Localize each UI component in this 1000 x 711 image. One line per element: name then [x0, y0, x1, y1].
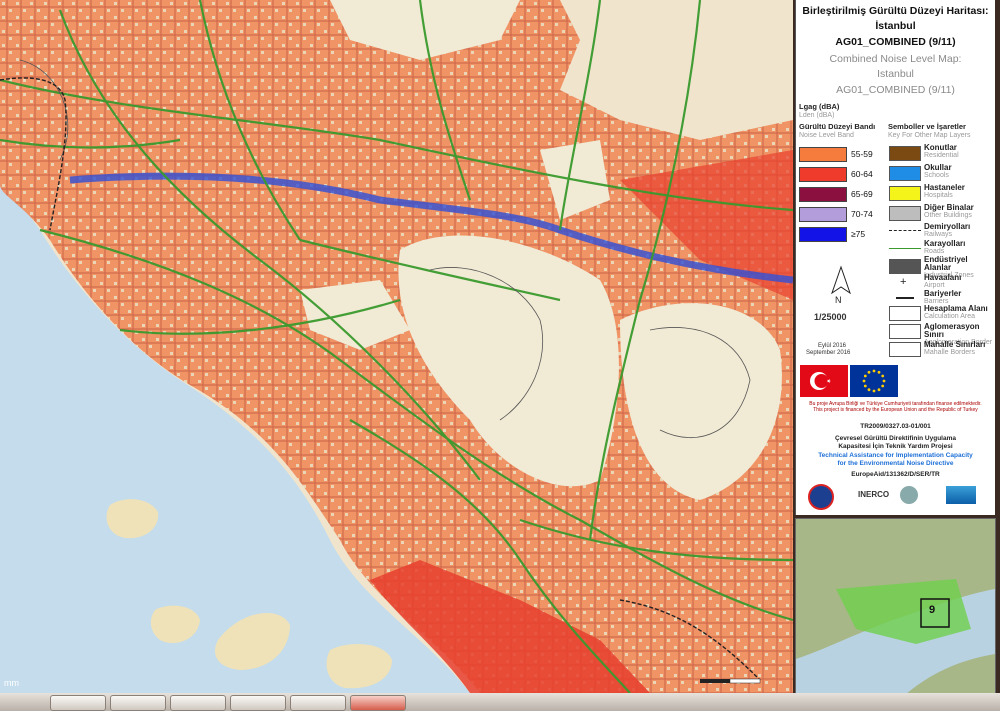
legend-title-en-3: AG01_COMBINED (9/11): [836, 84, 955, 96]
noise-map-canvas[interactable]: mm: [0, 0, 793, 693]
band-label: 70-74: [851, 209, 873, 219]
bottom-toolbar: [0, 693, 1000, 711]
legend-title-tr-1: Birleştirilmiş Gürültü Düzeyi Haritası:: [802, 5, 989, 17]
symbol-en: Calculation Area: [924, 313, 975, 320]
partner-logo-icon: [900, 486, 918, 504]
toolbar-button-active[interactable]: [350, 695, 406, 711]
band-swatch-65-69: [799, 187, 847, 202]
railway-key-line: [889, 230, 921, 231]
band-swatch-55-59: [799, 147, 847, 162]
toolbar-button[interactable]: [50, 695, 106, 711]
symbol-tr: Okullar: [924, 163, 952, 172]
agglomeration-swatch: [889, 324, 921, 339]
band-swatch-75-plus: [799, 227, 847, 242]
industrial-swatch: [889, 259, 921, 274]
contract-ref: EuropeAid/131362/D/SER/TR: [851, 471, 940, 478]
symbol-tr: Aglomerasyon Sınırı: [924, 322, 980, 339]
band-label: 60-64: [851, 169, 873, 179]
symbol-tr: Diğer Binalar: [924, 203, 974, 212]
symbol-label: Demiryolları Railways: [924, 223, 996, 239]
hospitals-swatch: [889, 186, 921, 201]
toolbar-button[interactable]: [230, 695, 286, 711]
date-tr: Eylül 2016: [818, 343, 847, 349]
scale-bar-segment: [729, 678, 761, 684]
symbol-label: Hesaplama Alanı Calculation Area: [924, 305, 996, 321]
map-svg: [0, 0, 793, 693]
metric-label-tr: Lgag (dBA): [799, 102, 840, 111]
ministry-logo-icon: [808, 484, 834, 510]
overview-inset-map[interactable]: 9: [795, 518, 996, 695]
municipality-logo-icon: [946, 486, 976, 504]
inset-svg: [796, 519, 995, 694]
symbol-label: Hastaneler Hospitals: [924, 184, 996, 200]
symbols-header-en: Key For Other Map Layers: [888, 132, 971, 139]
symbol-tr: Hastaneler: [924, 183, 965, 192]
inset-land-south: [906, 654, 995, 694]
toolbar-button[interactable]: [290, 695, 346, 711]
barriers-key-line: [896, 297, 914, 299]
scale-unit-label: mm: [4, 678, 19, 688]
project-tr-1: Çevresel Gürültü Direktifinin Uygulama: [834, 435, 956, 442]
band-header-tr: Gürültü Düzeyi Bandı: [799, 122, 876, 131]
symbol-en: Schools: [924, 172, 949, 179]
symbol-label: Okullar Schools: [924, 164, 996, 180]
symbol-en: Mahalle Borders: [924, 349, 975, 356]
date-en: September 2016: [806, 350, 851, 356]
symbol-label: Diğer Binalar Other Buildings: [924, 204, 996, 220]
north-arrow-icon: [831, 265, 851, 295]
symbol-tr: Konutlar: [924, 143, 957, 152]
roads-key-line: [889, 248, 921, 249]
legend-panel: Birleştirilmiş Gürültü Düzeyi Haritası: …: [795, 0, 995, 515]
symbol-tr: Hesaplama Alanı: [924, 304, 988, 313]
project-code: TR2009/0327.03-01/001: [860, 423, 931, 430]
toolbar-button[interactable]: [170, 695, 226, 711]
legend-title-tr-2: İstanbul: [875, 20, 916, 32]
inerco-logo: INERCO: [858, 490, 890, 499]
inset-sheet-label: 9: [929, 604, 936, 616]
symbol-tr: Karayolları: [924, 239, 966, 248]
legend-title-tr-3: AG01_COMBINED (9/11): [835, 36, 956, 48]
metric-label-en: Lden (dBA): [799, 112, 835, 119]
symbol-tr: Bariyerler: [924, 289, 962, 298]
project-tr-2: Kapasitesi İçin Teknik Yardım Projesi: [838, 443, 953, 450]
symbol-tr: Mahalle Sınırları: [924, 340, 986, 349]
symbol-label: Karayolları Roads: [924, 240, 996, 256]
other-buildings-swatch: [889, 206, 921, 221]
airport-plus-icon: +: [900, 276, 907, 288]
north-label: N: [835, 295, 842, 305]
symbol-label: Havaalanı Airport: [924, 274, 996, 290]
eu-flag-icon: [850, 365, 898, 397]
map-scale: 1/25000: [814, 312, 847, 322]
toolbar-button[interactable]: [110, 695, 166, 711]
symbols-header-tr: Semboller ve İşaretler: [888, 122, 966, 131]
funding-note-en: This project is financed by the European…: [813, 407, 978, 413]
symbol-tr: Endüstriyel Alanlar: [924, 255, 968, 272]
mahalle-swatch: [889, 342, 921, 357]
band-swatch-70-74: [799, 207, 847, 222]
legend-title-en-2: Istanbul: [877, 68, 914, 80]
band-swatch-60-64: [799, 167, 847, 182]
legend-title-en-1: Combined Noise Level Map:: [829, 53, 962, 65]
symbol-en: Railways: [924, 231, 953, 238]
symbol-label: Konutlar Residential: [924, 144, 996, 160]
residential-swatch: [889, 146, 921, 161]
symbol-en: Residential: [924, 152, 959, 159]
symbol-tr: Demiryolları: [924, 222, 971, 231]
band-header-en: Noise Level Band: [799, 132, 854, 139]
band-label: ≥75: [851, 229, 866, 239]
symbol-label: Mahalle Sınırları Mahalle Borders: [924, 341, 996, 357]
symbol-en: Hospitals: [924, 192, 953, 199]
symbol-tr: Havaalanı: [924, 273, 962, 282]
project-en-2: for the Environmental Noise Directive: [837, 460, 954, 467]
calc-area-swatch: [889, 306, 921, 321]
symbol-en: Other Buildings: [924, 212, 972, 219]
band-label: 65-69: [851, 189, 873, 199]
schools-swatch: [889, 166, 921, 181]
band-label: 55-59: [851, 149, 873, 159]
turkey-flag-icon: [800, 365, 848, 397]
project-en-1: Technical Assistance for Implementation …: [818, 452, 973, 459]
